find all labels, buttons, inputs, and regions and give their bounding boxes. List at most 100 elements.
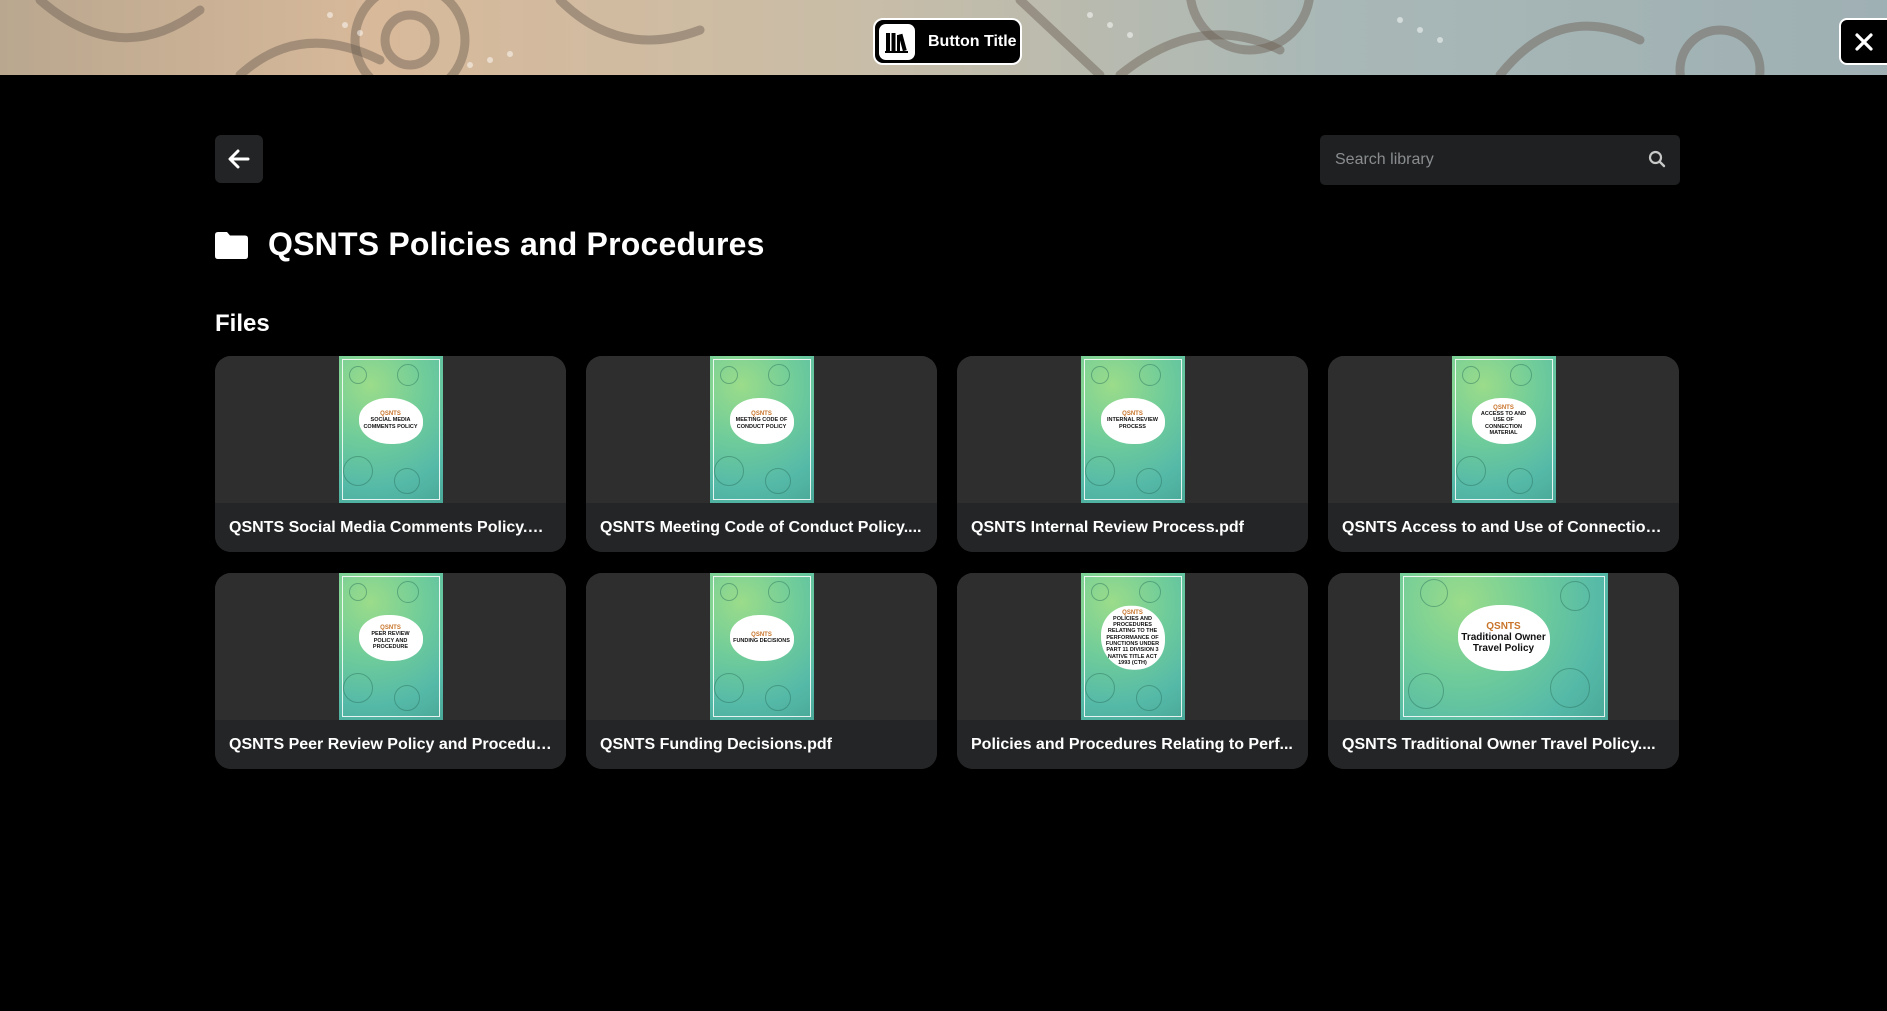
cover-pattern-ring: [719, 583, 738, 601]
cover-pattern-ring: [1135, 468, 1162, 494]
cover-title-text: Funding Decisions: [733, 637, 790, 644]
folder-icon: [215, 231, 248, 259]
close-icon: [1855, 32, 1873, 51]
search-input[interactable]: [1335, 135, 1635, 185]
document-cover-image: QSNTS Peer Review Policy and Procedure: [338, 573, 443, 720]
cover-pattern-ring: [1509, 364, 1532, 386]
file-card[interactable]: QSNTS Access to and Use of Connection Mat…: [1328, 356, 1679, 552]
cover-pattern-ring: [1506, 468, 1533, 494]
cover-pattern-ring: [1549, 668, 1590, 708]
file-name: QSNTS Traditional Owner Travel Policy...…: [1342, 735, 1656, 753]
back-button[interactable]: [215, 135, 263, 183]
cover-pattern-ring: [1090, 583, 1109, 601]
file-card[interactable]: QSNTS Traditional Owner Travel Policy QSNT…: [1328, 573, 1679, 769]
cover-pattern-ring: [1455, 456, 1486, 486]
cover-title-text: Social Media Comments Policy: [363, 417, 418, 430]
cover-pattern-ring: [342, 456, 373, 486]
file-name-bar: QSNTS Meeting Code of Conduct Policy....: [586, 503, 937, 552]
cover-title-text: Access to and Use of Connection Material: [1480, 411, 1527, 436]
cover-pattern-ring: [764, 685, 791, 711]
document-cover-image: QSNTS Access to and Use of Connection Mat…: [1451, 356, 1556, 503]
document-cover-image: QSNTS Policies and Procedures Relating to…: [1080, 573, 1185, 720]
files-section-label: Files: [215, 310, 270, 337]
page-title: QSNTS Policies and Procedures: [268, 226, 765, 262]
file-thumbnail: QSNTS Access to and Use of Connection Mat…: [1328, 356, 1679, 503]
cover-pattern-ring: [1090, 366, 1109, 384]
cover-pattern-ring: [1084, 456, 1115, 486]
file-name: QSNTS Access to and Use of Connection...: [1342, 518, 1665, 536]
file-card[interactable]: QSNTS Peer Review Policy and Procedure QSN…: [215, 573, 566, 769]
cover-pattern-ring: [764, 468, 791, 494]
file-card[interactable]: QSNTS Internal Review Process QSNTS Intern…: [957, 356, 1308, 552]
cover-title-bubble: QSNTS Traditional Owner Travel Policy: [1457, 604, 1550, 671]
file-name-bar: QSNTS Funding Decisions.pdf: [586, 720, 937, 769]
cover-pattern-ring: [1461, 366, 1480, 384]
file-name: QSNTS Meeting Code of Conduct Policy....: [600, 518, 922, 536]
arrow-left-icon: [228, 149, 250, 169]
cover-pattern-ring: [713, 456, 744, 486]
library-title-button[interactable]: Button Title: [873, 18, 1022, 65]
cover-pattern-ring: [348, 583, 367, 601]
file-card[interactable]: QSNTS Funding Decisions QSNTS Funding Deci…: [586, 573, 937, 769]
cover-title-bubble: QSNTS Peer Review Policy and Procedure: [358, 614, 423, 661]
file-card[interactable]: QSNTS Social Media Comments Policy QSNTS S…: [215, 356, 566, 552]
cover-title-bubble: QSNTS Internal Review Process: [1100, 397, 1165, 444]
folder-header: QSNTS Policies and Procedures: [215, 226, 765, 263]
cover-pattern-ring: [1407, 673, 1444, 709]
file-name: QSNTS Social Media Comments Policy.pdf: [229, 518, 552, 536]
file-thumbnail: QSNTS Internal Review Process: [957, 356, 1308, 503]
cover-title-text: Peer Review Policy and Procedure: [371, 631, 410, 650]
cover-pattern-ring: [1084, 673, 1115, 703]
cover-pattern-ring: [713, 673, 744, 703]
cover-pattern-ring: [767, 364, 790, 386]
file-name-bar: QSNTS Traditional Owner Travel Policy...…: [1328, 720, 1679, 769]
file-name-bar: QSNTS Peer Review Policy and Procedur...: [215, 720, 566, 769]
cover-pattern-ring: [719, 366, 738, 384]
file-thumbnail: QSNTS Funding Decisions: [586, 573, 937, 720]
document-cover-image: QSNTS Traditional Owner Travel Policy: [1399, 573, 1608, 720]
cover-pattern-ring: [348, 366, 367, 384]
file-thumbnail: QSNTS Traditional Owner Travel Policy: [1328, 573, 1679, 720]
cover-pattern-ring: [393, 468, 420, 494]
document-cover-image: QSNTS Social Media Comments Policy: [338, 356, 443, 503]
cover-title-bubble: QSNTS Funding Decisions: [729, 614, 794, 661]
document-cover-image: QSNTS Meeting Code of Conduct Policy: [709, 356, 814, 503]
document-cover-image: QSNTS Internal Review Process: [1080, 356, 1185, 503]
books-icon: [879, 23, 915, 60]
cover-pattern-ring: [396, 581, 419, 603]
file-name: Policies and Procedures Relating to Perf…: [971, 735, 1293, 753]
cover-title-bubble: QSNTS Social Media Comments Policy: [358, 397, 423, 444]
cover-title-text: Traditional Owner Travel Policy: [1461, 631, 1546, 655]
file-name-bar: QSNTS Social Media Comments Policy.pdf: [215, 503, 566, 552]
cover-title-text: Policies and Procedures Relating to the …: [1105, 615, 1160, 666]
search-icon[interactable]: [1648, 150, 1666, 168]
file-name-bar: QSNTS Access to and Use of Connection...: [1328, 503, 1679, 552]
cover-pattern-ring: [396, 364, 419, 386]
file-name-bar: Policies and Procedures Relating to Perf…: [957, 720, 1308, 769]
file-thumbnail: QSNTS Meeting Code of Conduct Policy: [586, 356, 937, 503]
cover-pattern-ring: [1138, 364, 1161, 386]
file-thumbnail: QSNTS Peer Review Policy and Procedure: [215, 573, 566, 720]
cover-pattern-ring: [1559, 581, 1590, 611]
file-grid: QSNTS Social Media Comments Policy QSNTS S…: [215, 356, 1680, 769]
close-button[interactable]: [1839, 18, 1887, 65]
file-card[interactable]: QSNTS Meeting Code of Conduct Policy QSNTS…: [586, 356, 937, 552]
search-box: [1320, 135, 1680, 185]
file-name: QSNTS Funding Decisions.pdf: [600, 735, 832, 753]
file-thumbnail: QSNTS Social Media Comments Policy: [215, 356, 566, 503]
file-card[interactable]: QSNTS Policies and Procedures Relating to…: [957, 573, 1308, 769]
cover-title-bubble: QSNTS Policies and Procedures Relating to…: [1100, 605, 1165, 670]
cover-title-text: Internal Review Process: [1107, 417, 1158, 430]
file-name: QSNTS Internal Review Process.pdf: [971, 518, 1244, 536]
cover-pattern-ring: [1138, 581, 1161, 603]
cover-pattern-ring: [342, 673, 373, 703]
cover-pattern-ring: [767, 581, 790, 603]
cover-title-bubble: QSNTS Access to and Use of Connection Mat…: [1471, 397, 1536, 444]
cover-logo: QSNTS: [1486, 620, 1521, 632]
title-button-label: Button Title: [928, 32, 1017, 50]
file-thumbnail: QSNTS Policies and Procedures Relating to…: [957, 573, 1308, 720]
cover-pattern-ring: [1135, 685, 1162, 711]
cover-pattern-ring: [393, 685, 420, 711]
document-cover-image: QSNTS Funding Decisions: [709, 573, 814, 720]
cover-title-bubble: QSNTS Meeting Code of Conduct Policy: [729, 397, 794, 444]
